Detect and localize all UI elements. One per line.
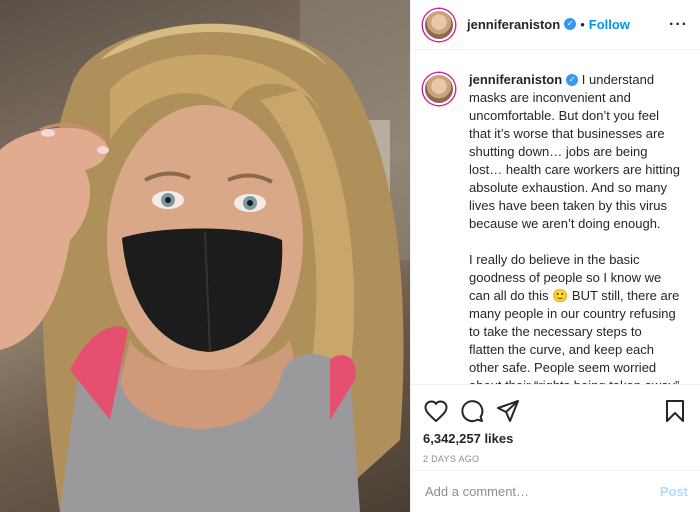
likes-count[interactable]: 6,342,257 likes [423,431,688,446]
caption-avatar[interactable] [423,73,455,105]
comment-bubble-icon[interactable] [459,398,485,424]
post-timestamp[interactable]: 2 DAYS AGO [423,454,688,464]
add-comment-box: Post [411,470,700,512]
caption-body: I understand masks are inconvenient and … [469,72,680,384]
caption-username[interactable]: jenniferaniston [469,72,562,87]
actions-bar: 6,342,257 likes 2 DAYS AGO [411,384,700,464]
post-header: jenniferaniston ✓ • Follow ··· [411,0,700,50]
post-comment-button[interactable]: Post [660,484,688,499]
share-send-icon[interactable] [495,398,521,424]
caption-text: jenniferaniston ✓ I understand masks are … [469,71,680,384]
follow-button[interactable]: Follow [589,17,630,32]
like-heart-icon[interactable] [423,398,449,424]
caption-area[interactable]: jenniferaniston ✓ I understand masks are … [411,51,700,384]
separator-dot: • [580,17,585,32]
verified-badge-icon: ✓ [564,17,577,30]
username-link[interactable]: jenniferaniston [467,17,560,32]
post-photo[interactable] [0,0,410,512]
comment-input[interactable] [425,484,660,499]
avatar[interactable] [423,8,455,41]
caption: jenniferaniston ✓ I understand masks are … [423,71,680,384]
more-options-icon[interactable]: ··· [669,16,688,34]
post-image [0,0,410,512]
caption-verified-badge-icon: ✓ [566,73,579,86]
post-detail-panel: jenniferaniston ✓ • Follow ··· jennifera… [410,0,700,512]
bookmark-icon[interactable] [662,398,688,424]
action-icons-row [423,393,688,429]
